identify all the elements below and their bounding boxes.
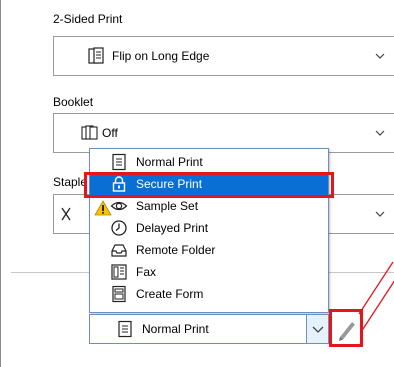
fax-icon xyxy=(111,264,127,280)
two-sided-icon xyxy=(88,47,104,64)
option-normal-print[interactable]: Normal Print xyxy=(90,151,328,173)
option-create-form[interactable]: Create Form xyxy=(90,283,328,305)
tray-icon xyxy=(111,244,127,257)
option-label: Normal Print xyxy=(136,155,203,169)
two-sided-value: Flip on Long Edge xyxy=(112,49,210,63)
option-label: Sample Set xyxy=(136,199,199,213)
two-sided-select[interactable]: Flip on Long Edge xyxy=(53,36,394,76)
secure-print-highlight xyxy=(84,172,334,198)
staple-icon xyxy=(61,207,71,221)
dropdown-arrow-button[interactable] xyxy=(306,315,328,343)
chevron-down-icon xyxy=(312,326,324,333)
job-type-value: Normal Print xyxy=(142,322,209,336)
option-sample-set[interactable]: Sample Set xyxy=(90,195,328,217)
document-icon xyxy=(112,153,126,171)
booklet-label: Booklet xyxy=(53,95,94,109)
option-label: Create Form xyxy=(136,287,204,301)
chevron-down-icon xyxy=(375,53,385,59)
booklet-value: Off xyxy=(102,126,118,140)
option-delayed-print[interactable]: Delayed Print xyxy=(90,217,328,239)
clock-icon xyxy=(111,220,127,236)
edit-button[interactable] xyxy=(329,309,363,347)
chevron-down-icon xyxy=(375,130,385,136)
job-type-select[interactable]: Normal Print xyxy=(89,314,329,344)
chevron-down-icon xyxy=(375,211,385,217)
booklet-select[interactable]: Off xyxy=(53,113,394,153)
print-settings-panel: 2-Sided Print Flip on Long Edge Booklet … xyxy=(0,0,394,367)
option-fax[interactable]: Fax xyxy=(90,261,328,283)
pencil-icon xyxy=(339,322,355,341)
option-label: Fax xyxy=(136,265,157,279)
form-icon xyxy=(112,285,126,303)
two-sided-label: 2-Sided Print xyxy=(53,12,123,26)
booklet-icon xyxy=(81,125,98,140)
document-icon xyxy=(118,320,132,338)
option-label: Remote Folder xyxy=(136,243,216,257)
eye-icon xyxy=(110,201,128,211)
warning-icon xyxy=(94,200,112,216)
option-remote-folder[interactable]: Remote Folder xyxy=(90,239,328,261)
option-label: Delayed Print xyxy=(136,221,209,235)
